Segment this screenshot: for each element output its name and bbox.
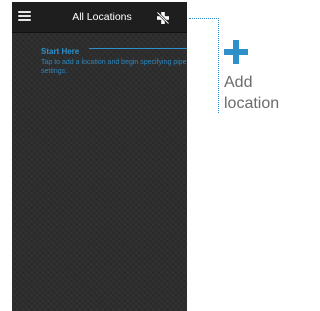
start-here-hint: Start Here Tap to add a location and beg… [41,47,187,76]
app-header: All Locations [12,2,187,33]
hamburger-menu-icon[interactable] [18,11,31,22]
page-title: All Locations [72,11,132,23]
menu-bar [18,15,31,17]
callout-label: Add location [224,74,280,112]
menu-bar [18,19,31,21]
callout-dotted-bracket [218,18,219,113]
hint-connector-line [89,48,187,49]
hint-body: Tap to add a location and begin specifyi… [41,59,187,75]
plus-vertical [233,40,239,64]
callout-dotted-connector [189,18,217,19]
add-location-disabled-icon[interactable] [156,11,170,25]
plus-icon [224,40,248,64]
menu-bar [18,11,31,13]
